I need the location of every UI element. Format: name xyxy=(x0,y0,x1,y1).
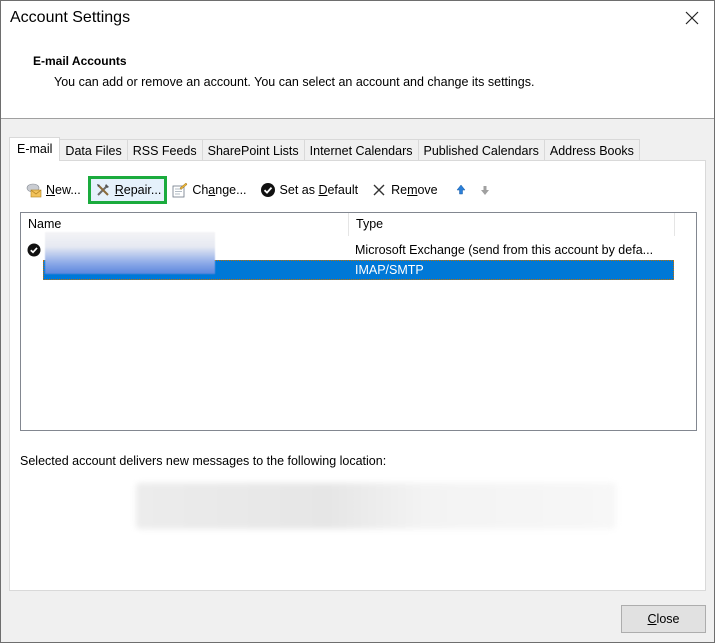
delivery-location-label: Selected account delivers new messages t… xyxy=(20,454,387,468)
move-up-button[interactable] xyxy=(449,179,473,201)
tab-internet-calendars[interactable]: Internet Calendars xyxy=(303,139,419,161)
close-button[interactable]: Close xyxy=(621,605,706,633)
new-mail-icon xyxy=(25,182,43,198)
accounts-list[interactable]: Name Type Microsoft Exchange (send from … xyxy=(20,212,697,431)
tab-email[interactable]: E-mail xyxy=(9,137,61,161)
change-label: Change... xyxy=(192,183,247,197)
account-type: IMAP/SMTP xyxy=(355,263,424,277)
remove-label: Remove xyxy=(391,183,438,197)
repair-tools-icon xyxy=(94,182,112,198)
dialog-header: Account Settings E-mail Accounts You can… xyxy=(1,1,714,119)
x-icon xyxy=(370,182,388,198)
account-toolbar: New... Repair... Change... Set as Defaul… xyxy=(22,176,497,204)
change-settings-icon xyxy=(171,182,189,198)
arrow-down-icon xyxy=(476,182,494,198)
dialog-title: Account Settings xyxy=(10,9,131,26)
email-tab-panel: New... Repair... Change... Set as Defaul… xyxy=(9,160,706,591)
account-name-cell xyxy=(21,232,349,274)
arrow-up-icon xyxy=(452,182,470,198)
tab-bar: E-mail Data Files RSS Feeds SharePoint L… xyxy=(9,137,640,161)
column-header-type[interactable]: Type xyxy=(349,213,675,236)
close-icon[interactable] xyxy=(681,7,703,29)
set-as-default-label: Set as Default xyxy=(279,183,359,197)
new-account-label: New... xyxy=(46,183,81,197)
repair-label: Repair... xyxy=(114,183,162,197)
account-row[interactable]: Microsoft Exchange (send from this accou… xyxy=(21,232,696,274)
change-button[interactable]: Change... xyxy=(168,179,249,201)
tab-data-files[interactable]: Data Files xyxy=(59,139,128,161)
redacted-delivery-location xyxy=(136,483,616,529)
account-settings-dialog: Account Settings E-mail Accounts You can… xyxy=(0,0,715,643)
new-account-button[interactable]: New... xyxy=(22,179,84,201)
section-title: E-mail Accounts xyxy=(33,54,127,68)
account-type: Microsoft Exchange (send from this accou… xyxy=(355,243,654,257)
tab-published-calendars[interactable]: Published Calendars xyxy=(417,139,545,161)
section-description: You can add or remove an account. You ca… xyxy=(54,75,535,89)
repair-button[interactable]: Repair... xyxy=(87,176,168,204)
remove-button[interactable]: Remove xyxy=(367,179,441,201)
default-account-check-icon xyxy=(27,243,41,257)
close-button-label: Close xyxy=(647,612,680,626)
move-down-button[interactable] xyxy=(473,179,497,201)
tab-address-books[interactable]: Address Books xyxy=(543,139,640,161)
check-circle-icon xyxy=(259,182,277,198)
redacted-account-names xyxy=(45,232,215,274)
tab-rss-feeds[interactable]: RSS Feeds xyxy=(126,139,203,161)
tab-sharepoint-lists[interactable]: SharePoint Lists xyxy=(201,139,305,161)
set-as-default-button[interactable]: Set as Default xyxy=(256,179,362,201)
